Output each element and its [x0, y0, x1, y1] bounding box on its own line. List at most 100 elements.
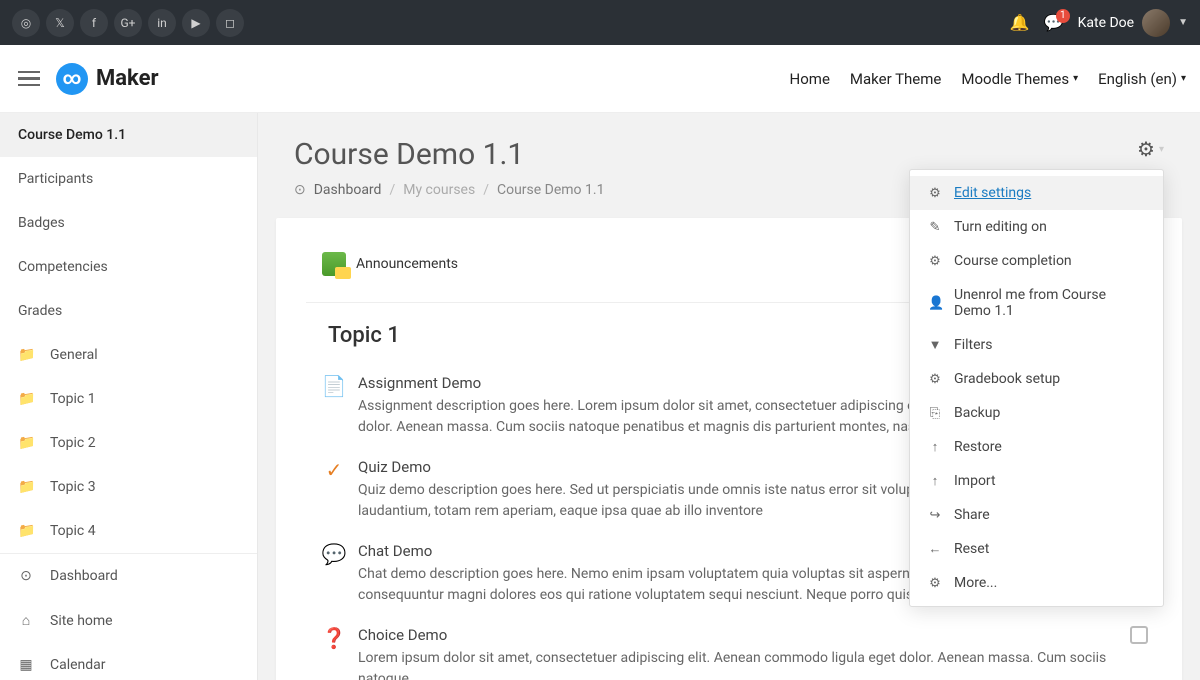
- sidebar-item-label: Topic 4: [50, 523, 96, 539]
- sidebar-item[interactable]: ▦ Calendar: [0, 643, 257, 680]
- sidebar-item-label: Calendar: [50, 657, 106, 673]
- sidebar-item[interactable]: Badges: [0, 201, 257, 245]
- topbar-right: 🔔 💬1 Kate Doe ▼: [1010, 9, 1188, 37]
- breadcrumb-link[interactable]: My courses: [403, 182, 475, 198]
- folder-icon: 📁: [18, 347, 34, 363]
- hamburger-button[interactable]: [14, 63, 44, 95]
- nav-link[interactable]: Maker Theme: [850, 70, 941, 88]
- dropdown-label: Unenrol me from Course Demo 1.1: [954, 287, 1145, 319]
- twitter-icon[interactable]: 𝕏: [46, 9, 74, 37]
- dropdown-label: Turn editing on: [954, 219, 1047, 235]
- google-plus-icon[interactable]: G+: [114, 9, 142, 37]
- breadcrumb-link[interactable]: Dashboard: [314, 182, 382, 198]
- chat-icon[interactable]: 💬1: [1044, 13, 1064, 32]
- breadcrumb-current: Course Demo 1.1: [497, 182, 604, 198]
- brand-logo-icon: ∞: [56, 63, 88, 95]
- dropdown-label: Gradebook setup: [954, 371, 1060, 387]
- dropdown-item[interactable]: ⚙ Course completion: [910, 244, 1163, 278]
- brand[interactable]: ∞ Maker: [56, 63, 159, 95]
- dropdown-item[interactable]: ⎘Backup: [910, 396, 1163, 430]
- activity-icon: 💬: [322, 542, 346, 566]
- folder-icon: 📁: [18, 523, 34, 539]
- nav-left: ∞ Maker: [14, 63, 159, 95]
- menu-icon: ↑: [928, 473, 942, 489]
- dropdown-item[interactable]: ⚙More...: [910, 566, 1163, 600]
- sidebar-item-label: Site home: [50, 613, 113, 629]
- dropdown-label: Share: [954, 507, 990, 523]
- menu-icon: ▼: [928, 337, 942, 353]
- breadcrumb: ⊙ Dashboard / My courses / Course Demo 1…: [294, 182, 604, 198]
- activity-icon: 📄: [322, 374, 346, 398]
- globe-icon[interactable]: ◎: [12, 9, 40, 37]
- announcements-label: Announcements: [356, 256, 458, 272]
- forum-icon: [322, 252, 346, 276]
- sidebar-item[interactable]: Participants: [0, 157, 257, 201]
- sidebar-item[interactable]: 📁Topic 1: [0, 377, 257, 421]
- dropdown-label: Edit settings: [954, 185, 1031, 201]
- sidebar-item[interactable]: 📁 Topic 4: [0, 509, 257, 553]
- chevron-down-icon: ▼: [1178, 17, 1188, 28]
- activity-desc: Lorem ipsum dolor sit amet, consectetuer…: [358, 648, 1118, 680]
- dropdown-item[interactable]: ↑ Import: [910, 464, 1163, 498]
- sidebar-item[interactable]: 📁Topic 2: [0, 421, 257, 465]
- avatar: [1142, 9, 1170, 37]
- dropdown-item[interactable]: 👤Unenrol me from Course Demo 1.1: [910, 278, 1163, 328]
- dropdown-label: Reset: [954, 541, 989, 557]
- sidebar-item[interactable]: 📁 General: [0, 333, 257, 377]
- gear-button[interactable]: ⚙ ▾: [1137, 137, 1164, 161]
- dropdown-item[interactable]: ▼Filters: [910, 328, 1163, 362]
- brand-text: Maker: [96, 66, 159, 91]
- chat-badge: 1: [1056, 9, 1070, 23]
- gear-dropdown: ⚙ ▾ ⚙Edit settings✎Turn editing on⚙Cours…: [1137, 137, 1164, 161]
- sidebar-item[interactable]: Competencies: [0, 245, 257, 289]
- sidebar-item[interactable]: Grades: [0, 289, 257, 333]
- activity-link[interactable]: Choice Demo: [358, 626, 1118, 644]
- sidebar-item-label: Topic 1: [50, 391, 96, 407]
- dropdown-label: Course completion: [954, 253, 1072, 269]
- topbar: ◎ 𝕏 f G+ in ▶ ◻ 🔔 💬1 Kate Doe ▼: [0, 0, 1200, 45]
- dropdown-item[interactable]: ✎ Turn editing on: [910, 210, 1163, 244]
- nav-icon: ⊙: [18, 568, 34, 584]
- chevron-down-icon: ▾: [1181, 73, 1186, 84]
- menu-icon: ←: [928, 541, 942, 557]
- dropdown-item[interactable]: ⚙Gradebook setup: [910, 362, 1163, 396]
- sidebar-item[interactable]: ⊙ Dashboard: [0, 554, 257, 598]
- bell-icon[interactable]: 🔔: [1010, 13, 1030, 32]
- sidebar-item[interactable]: ⌂Site home: [0, 598, 257, 643]
- gear-menu: ⚙Edit settings ✎ Turn editing on ⚙ Course co…: [909, 169, 1164, 607]
- nav-link[interactable]: Moodle Themes▾: [961, 70, 1078, 88]
- instagram-icon[interactable]: ◻: [216, 9, 244, 37]
- activity-item: ❓Choice DemoLorem ipsum dolor sit amet, …: [306, 616, 1152, 680]
- dropdown-label: Import: [954, 473, 996, 489]
- navbar: ∞ Maker Home Maker Theme Moodle Themes▾ Eng…: [0, 45, 1200, 113]
- page-title: Course Demo 1.1: [294, 137, 604, 172]
- sidebar-item-label: Dashboard: [50, 568, 118, 584]
- sidebar-item-label: General: [50, 347, 98, 363]
- dropdown-item[interactable]: ↑Restore: [910, 430, 1163, 464]
- completion-checkbox[interactable]: [1130, 626, 1148, 644]
- dropdown-item[interactable]: ↪ Share: [910, 498, 1163, 532]
- dropdown-item[interactable]: ⚙Edit settings: [910, 176, 1163, 210]
- facebook-icon[interactable]: f: [80, 9, 108, 37]
- nav-link[interactable]: English (en)▾: [1098, 70, 1186, 88]
- menu-icon: ↪: [928, 508, 942, 523]
- dashboard-icon: ⊙: [294, 182, 306, 198]
- dropdown-item[interactable]: ← Reset: [910, 532, 1163, 566]
- social-icons: ◎ 𝕏 f G+ in ▶ ◻: [12, 9, 244, 37]
- chevron-down-icon: ▾: [1073, 73, 1078, 84]
- page-header: Course Demo 1.1 ⊙ Dashboard / My courses…: [258, 113, 1200, 208]
- menu-icon: ⎘: [928, 406, 942, 421]
- sidebar-item[interactable]: Course Demo 1.1: [0, 113, 257, 157]
- dropdown-label: More...: [954, 575, 997, 591]
- dropdown-label: Restore: [954, 439, 1002, 455]
- linkedin-icon[interactable]: in: [148, 9, 176, 37]
- nav-link[interactable]: Home: [790, 70, 830, 88]
- nav-icon: ▦: [18, 657, 34, 673]
- user-name: Kate Doe: [1078, 15, 1134, 31]
- menu-icon: ⚙: [928, 254, 942, 269]
- activity-icon: ✓: [322, 458, 346, 482]
- youtube-icon[interactable]: ▶: [182, 9, 210, 37]
- user-menu[interactable]: Kate Doe ▼: [1078, 9, 1188, 37]
- sidebar-item[interactable]: 📁Topic 3: [0, 465, 257, 509]
- menu-icon: ✎: [928, 220, 942, 235]
